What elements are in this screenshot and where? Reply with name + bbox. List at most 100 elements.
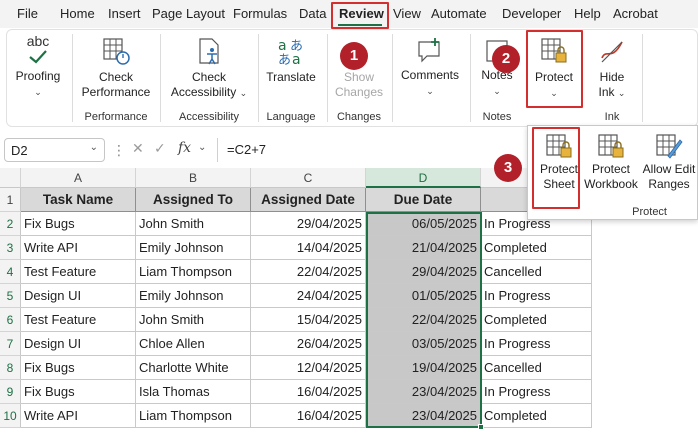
column-header-d[interactable]: D: [366, 168, 481, 188]
chevron-down-icon[interactable]: ⌄: [90, 142, 98, 153]
row-header[interactable]: 2: [0, 212, 21, 236]
group-separator: [72, 34, 73, 122]
comments-label: Comments: [400, 68, 459, 82]
table-cell[interactable]: Cancelled: [481, 356, 592, 380]
table-cell[interactable]: Emily Johnson: [136, 236, 251, 260]
name-box[interactable]: D2 ⌄: [4, 138, 105, 162]
tab-help[interactable]: Help: [574, 6, 601, 21]
table-cell[interactable]: 16/04/2025: [251, 380, 366, 404]
group-label-accessibility: Accessibility: [179, 111, 239, 123]
chevron-down-icon: ⌄: [426, 86, 434, 96]
tab-insert[interactable]: Insert: [108, 6, 141, 21]
tab-automate[interactable]: Automate: [431, 6, 487, 21]
group-label-language: Language: [266, 111, 316, 123]
table-cell[interactable]: Fix Bugs: [21, 380, 136, 404]
table-cell[interactable]: 22/04/2025: [251, 260, 366, 284]
show-changes-label-2: Changes: [334, 85, 384, 99]
table-cell[interactable]: Completed: [481, 308, 592, 332]
proofing-button[interactable]: abc Proofing ⌄: [10, 33, 66, 100]
table-cell[interactable]: Cancelled: [481, 260, 592, 284]
table-cell[interactable]: Chloe Allen: [136, 332, 251, 356]
table-header-cell[interactable]: Due Date: [366, 188, 481, 212]
formula-input[interactable]: =C2+7: [217, 138, 527, 162]
table-cell[interactable]: John Smith: [136, 212, 251, 236]
row-header[interactable]: 5: [0, 284, 21, 308]
column-header-a[interactable]: A: [21, 168, 136, 188]
tab-formulas[interactable]: Formulas: [233, 6, 287, 21]
tab-view[interactable]: View: [393, 6, 421, 21]
cancel-icon[interactable]: ✕: [132, 140, 144, 157]
hide-ink-button[interactable]: Hide Ink ⌄: [588, 36, 636, 101]
select-all-corner[interactable]: [0, 168, 21, 188]
translate-icon: a あ あ a: [278, 38, 303, 66]
tab-data[interactable]: Data: [299, 6, 326, 21]
table-cell[interactable]: Completed: [481, 404, 592, 428]
chevron-down-icon: ⌄: [617, 88, 626, 98]
tab-page-layout[interactable]: Page Layout: [152, 6, 225, 21]
table-cell[interactable]: Write API: [21, 236, 136, 260]
check-performance-button[interactable]: Check Performance: [76, 36, 156, 100]
check-accessibility-button[interactable]: Check Accessibility ⌄: [164, 36, 254, 101]
fill-handle[interactable]: [478, 424, 484, 430]
row-header[interactable]: 8: [0, 356, 21, 380]
table-cell[interactable]: 14/04/2025: [251, 236, 366, 260]
protect-workbook-label-1: Protect: [591, 162, 630, 176]
table-cell[interactable]: Liam Thompson: [136, 260, 251, 284]
formula-bar-grip-icon: ⋮: [112, 142, 126, 158]
row-header[interactable]: 9: [0, 380, 21, 404]
table-cell[interactable]: Charlotte White: [136, 356, 251, 380]
table-cell[interactable]: Emily Johnson: [136, 284, 251, 308]
column-header-b[interactable]: B: [136, 168, 251, 188]
review-tab-highlight: [331, 2, 389, 29]
comment-icon: [418, 38, 440, 63]
table-cell[interactable]: Design UI: [21, 284, 136, 308]
svg-text:あ: あ: [278, 53, 291, 66]
comments-button[interactable]: Comments ⌄: [396, 36, 464, 99]
table-cell[interactable]: Test Feature: [21, 260, 136, 284]
row-header[interactable]: 7: [0, 332, 21, 356]
insert-function-icon[interactable]: fx: [178, 140, 191, 156]
table-cell[interactable]: 26/04/2025: [251, 332, 366, 356]
chevron-down-icon[interactable]: ⌄: [198, 142, 206, 153]
table-cell[interactable]: Test Feature: [21, 308, 136, 332]
table-cell[interactable]: Liam Thompson: [136, 404, 251, 428]
tab-acrobat[interactable]: Acrobat: [613, 6, 658, 21]
row-header[interactable]: 10: [0, 404, 21, 428]
table-cell[interactable]: In Progress: [481, 284, 592, 308]
table-cell[interactable]: 12/04/2025: [251, 356, 366, 380]
table-cell[interactable]: Fix Bugs: [21, 356, 136, 380]
allow-edit-ranges-icon: [656, 134, 683, 159]
table-cell[interactable]: In Progress: [481, 380, 592, 404]
table-cell[interactable]: Completed: [481, 236, 592, 260]
column-header-c[interactable]: C: [251, 168, 366, 188]
table-cell[interactable]: 15/04/2025: [251, 308, 366, 332]
group-label-changes: Changes: [336, 111, 382, 123]
tab-file[interactable]: File: [17, 6, 38, 21]
row-header[interactable]: 1: [0, 188, 21, 212]
table-cell[interactable]: 24/04/2025: [251, 284, 366, 308]
row-header[interactable]: 3: [0, 236, 21, 260]
row-header[interactable]: 4: [0, 260, 21, 284]
table-header-cell[interactable]: Assigned Date: [251, 188, 366, 212]
table-cell[interactable]: John Smith: [136, 308, 251, 332]
table-cell[interactable]: 29/04/2025: [251, 212, 366, 236]
translate-button[interactable]: a あ あ a Translate: [262, 36, 320, 85]
table-header-cell[interactable]: Task Name: [21, 188, 136, 212]
table-cell[interactable]: Fix Bugs: [21, 212, 136, 236]
table-header-cell[interactable]: Assigned To: [136, 188, 251, 212]
enter-check-icon[interactable]: ✓: [154, 140, 166, 157]
table-cell[interactable]: In Progress: [481, 332, 592, 356]
row-header[interactable]: 6: [0, 308, 21, 332]
table-cell[interactable]: Write API: [21, 404, 136, 428]
table-cell[interactable]: 16/04/2025: [251, 404, 366, 428]
check-accessibility-label-1: Check: [191, 70, 226, 84]
allow-edit-ranges-button[interactable]: Allow Edit Ranges: [640, 132, 698, 192]
protect-workbook-button[interactable]: Protect Workbook: [583, 132, 639, 192]
tab-home[interactable]: Home: [60, 6, 95, 21]
table-cell[interactable]: Design UI: [21, 332, 136, 356]
table-cell[interactable]: Isla Thomas: [136, 380, 251, 404]
name-box-value: D2: [11, 143, 28, 158]
tab-developer[interactable]: Developer: [502, 6, 561, 21]
ink-icon: [601, 41, 623, 63]
translate-label: Translate: [266, 70, 316, 84]
